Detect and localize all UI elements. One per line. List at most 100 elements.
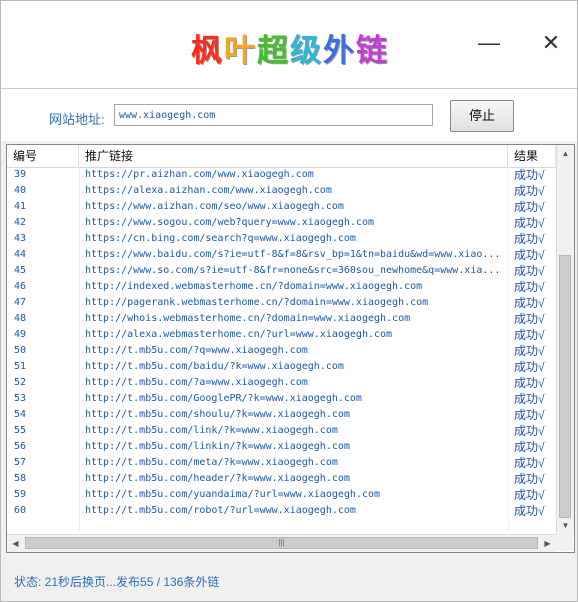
row-link: https://pr.aizhan.com/www.xiaogegh.com (85, 169, 314, 180)
close-button[interactable]: ✕ (537, 29, 565, 57)
table-row[interactable]: 43 https://cn.bing.com/search?q=www.xiaog… (7, 231, 555, 247)
row-link: http://t.mb5u.com/shoulu/?k=www.xiaogegh… (85, 409, 350, 420)
row-link: http://pagerank.webmasterhome.cn/?domain… (85, 297, 429, 308)
column-header-link[interactable]: 推广链接 (79, 145, 508, 167)
row-id: 58 (14, 473, 27, 484)
table-row[interactable]: 52 http://t.mb5u.com/?a=www.xiaogegh.com 成… (7, 375, 555, 391)
row-id: 48 (14, 313, 27, 324)
results-table: 编号 推广链接 结果 39 https://pr.aizhan.com/www.x… (6, 144, 575, 553)
row-link: http://indexed.webmasterhome.cn/?domain=… (85, 281, 423, 292)
url-input[interactable] (114, 104, 433, 126)
row-result: 成功√ (514, 200, 545, 214)
app-window: 枫叶超级外链 — ✕ 网站地址: 停止 编号 推广链接 结果 39 https:/… (0, 0, 578, 602)
title-char: 叶 (224, 33, 257, 69)
row-id: 59 (14, 489, 27, 500)
row-result: 成功√ (514, 280, 545, 294)
column-header-id[interactable]: 编号 (7, 145, 79, 167)
row-id: 53 (14, 393, 27, 404)
table-row[interactable]: 59 http://t.mb5u.com/yuandaima/?url=www.x… (7, 487, 555, 503)
scroll-up-icon[interactable]: ▲ (557, 145, 574, 162)
row-link: http://t.mb5u.com/GooglePR/?k=www.xiaoge… (85, 393, 362, 404)
vertical-scroll-thumb[interactable] (559, 255, 571, 518)
table-row[interactable]: 49 http://alexa.webmasterhome.cn/?url=www… (7, 327, 555, 343)
scroll-right-icon[interactable]: ▶ (539, 535, 556, 552)
row-id: 52 (14, 377, 27, 388)
row-id: 55 (14, 425, 27, 436)
url-label: 网站地址: (49, 112, 105, 127)
vertical-scrollbar[interactable]: ▲ ▼ (556, 145, 574, 534)
row-result: 成功√ (514, 248, 545, 262)
row-link: http://t.mb5u.com/header/?k=www.xiaogegh… (85, 473, 350, 484)
row-id: 42 (14, 217, 27, 228)
row-result: 成功√ (514, 360, 545, 374)
table-row[interactable]: 42 https://www.sogou.com/web?query=www.xi… (7, 215, 555, 231)
row-result: 成功√ (514, 232, 545, 246)
title-bar: 枫叶超级外链 — ✕ (1, 1, 577, 89)
row-result: 成功√ (514, 296, 545, 310)
row-result: 成功√ (514, 392, 545, 406)
row-result: 成功√ (514, 264, 545, 278)
row-id: 54 (14, 409, 27, 420)
row-result: 成功√ (514, 472, 545, 486)
scroll-left-icon[interactable]: ◀ (7, 535, 24, 552)
row-result: 成功√ (514, 488, 545, 502)
horizontal-scrollbar[interactable]: ◀ ||| ▶ (7, 534, 556, 552)
table-row[interactable]: 44 https://www.baidu.com/s?ie=utf-8&f=8&r… (7, 247, 555, 263)
row-id: 49 (14, 329, 27, 340)
row-result: 成功√ (514, 440, 545, 454)
row-link: https://cn.bing.com/search?q=www.xiaogeg… (85, 233, 356, 244)
table-row[interactable]: 60 http://t.mb5u.com/robot/?url=www.xiaog… (7, 503, 555, 519)
scroll-down-icon[interactable]: ▼ (557, 517, 574, 534)
table-row[interactable]: 41 https://www.aizhan.com/seo/www.xiaogeg… (7, 199, 555, 215)
table-header: 编号 推广链接 结果 (7, 145, 573, 168)
column-header-result[interactable]: 结果 (508, 145, 556, 167)
table-row[interactable]: 45 https://www.so.com/s?ie=utf-8&fr=none&… (7, 263, 555, 279)
title-char: 级 (290, 33, 323, 69)
title-char: 枫 (191, 33, 224, 69)
close-icon: ✕ (541, 30, 561, 55)
row-link: http://t.mb5u.com/link/?k=www.xiaogegh.c… (85, 425, 338, 436)
row-link: http://alexa.webmasterhome.cn/?url=www.x… (85, 329, 393, 340)
row-result: 成功√ (514, 344, 545, 358)
row-id: 39 (14, 169, 27, 180)
row-link: http://t.mb5u.com/?q=www.xiaogegh.com (85, 345, 308, 356)
row-id: 56 (14, 441, 27, 452)
table-row[interactable]: 55 http://t.mb5u.com/link/?k=www.xiaogegh… (7, 423, 555, 439)
table-row[interactable]: 47 http://pagerank.webmasterhome.cn/?doma… (7, 295, 555, 311)
table-row[interactable]: 40 https://alexa.aizhan.com/www.xiaogegh.… (7, 183, 555, 199)
row-id: 60 (14, 505, 27, 516)
row-result: 成功√ (514, 504, 545, 518)
table-row[interactable]: 48 http://whois.webmasterhome.cn/?domain=… (7, 311, 555, 327)
table-row[interactable]: 57 http://t.mb5u.com/meta/?k=www.xiaogegh… (7, 455, 555, 471)
row-id: 43 (14, 233, 27, 244)
row-link: https://www.aizhan.com/seo/www.xiaogegh.… (85, 201, 344, 212)
table-row[interactable]: 51 http://t.mb5u.com/baidu/?k=www.xiaogeg… (7, 359, 555, 375)
table-row[interactable]: 56 http://t.mb5u.com/linkin/?k=www.xiaoge… (7, 439, 555, 455)
table-row[interactable]: 53 http://t.mb5u.com/GooglePR/?k=www.xiao… (7, 391, 555, 407)
row-id: 45 (14, 265, 27, 276)
row-result: 成功√ (514, 184, 545, 198)
row-id: 41 (14, 201, 27, 212)
table-row[interactable]: 54 http://t.mb5u.com/shoulu/?k=www.xiaoge… (7, 407, 555, 423)
horizontal-scroll-thumb[interactable]: ||| (25, 537, 538, 549)
row-link: http://t.mb5u.com/meta/?k=www.xiaogegh.c… (85, 457, 338, 468)
row-link: https://alexa.aizhan.com/www.xiaogegh.co… (85, 185, 332, 196)
row-id: 47 (14, 297, 27, 308)
table-body: 39 https://pr.aizhan.com/www.xiaogegh.com… (7, 167, 555, 531)
row-link: http://t.mb5u.com/yuandaima/?url=www.xia… (85, 489, 381, 500)
row-link: http://t.mb5u.com/baidu/?k=www.xiaogegh.… (85, 361, 344, 372)
stop-button[interactable]: 停止 (450, 100, 514, 132)
row-link: https://www.baidu.com/s?ie=utf-8&f=8&rsv… (85, 249, 501, 260)
status-text: 状态: 21秒后换页...发布55 / 136条外链 (14, 575, 220, 589)
row-id: 57 (14, 457, 27, 468)
row-id: 44 (14, 249, 27, 260)
row-result: 成功√ (514, 456, 545, 470)
table-row[interactable]: 58 http://t.mb5u.com/header/?k=www.xiaoge… (7, 471, 555, 487)
table-row[interactable]: 50 http://t.mb5u.com/?q=www.xiaogegh.com 成… (7, 343, 555, 359)
table-row[interactable]: 46 http://indexed.webmasterhome.cn/?domai… (7, 279, 555, 295)
row-link: http://t.mb5u.com/robot/?url=www.xiaogeg… (85, 505, 356, 516)
title-char: 超 (257, 33, 290, 69)
table-row[interactable]: 39 https://pr.aizhan.com/www.xiaogegh.com… (7, 167, 555, 183)
row-link: https://www.so.com/s?ie=utf-8&fr=none&sr… (85, 265, 501, 276)
minimize-button[interactable]: — (475, 29, 503, 57)
